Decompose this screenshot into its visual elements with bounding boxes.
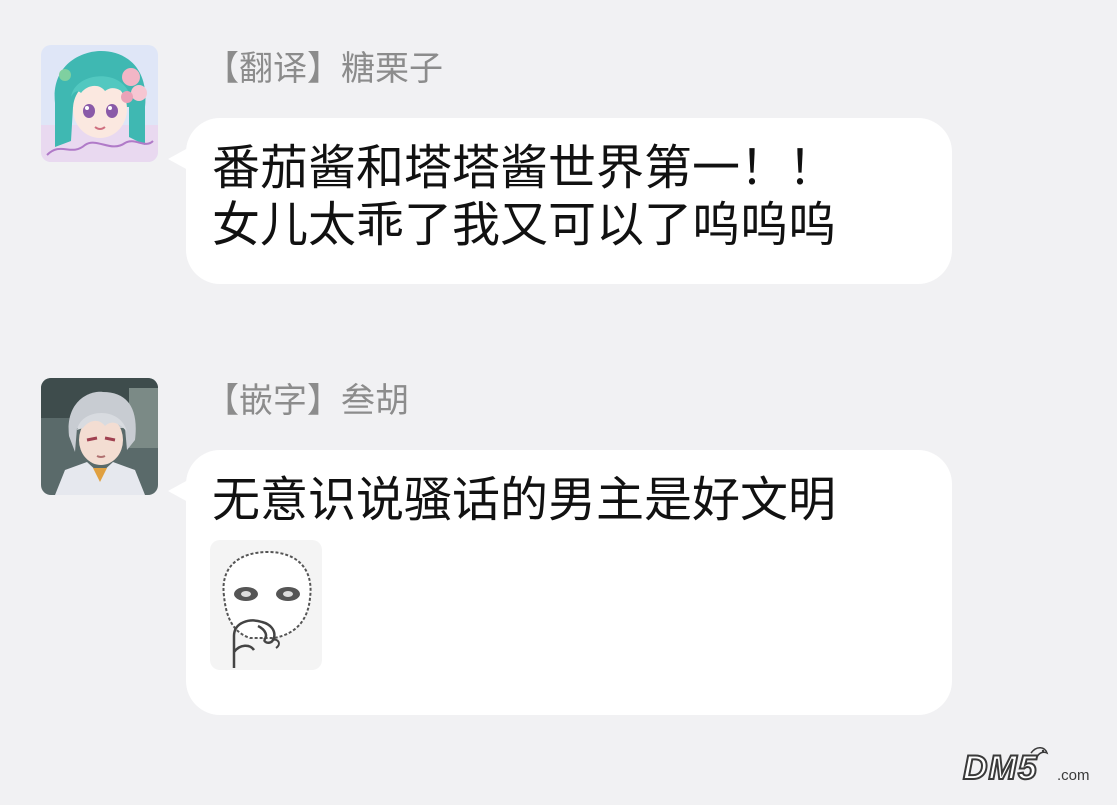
- anime-girl-avatar-icon: [41, 45, 158, 162]
- site-watermark: DM5 .com: [953, 743, 1103, 793]
- sender-name: 【翻译】糖栗子: [205, 49, 443, 89]
- message-bubble[interactable]: 番茄酱和塔塔酱世界第一！！ 女儿太乖了我又可以了呜呜呜: [168, 118, 952, 284]
- message-line: 女儿太乖了我又可以了呜呜呜: [212, 197, 837, 253]
- anime-boy-avatar-icon: [41, 378, 158, 495]
- message-text: 无意识说骚话的男主是好文明: [212, 472, 836, 529]
- sticker[interactable]: [210, 540, 322, 670]
- watermark-suffix: .com: [1057, 767, 1090, 784]
- message-bubble[interactable]: 无意识说骚话的男主是好文明: [168, 450, 952, 715]
- thinking-face-sticker-icon: [210, 540, 322, 670]
- watermark-text: DM5: [962, 748, 1038, 788]
- message-line: 番茄酱和塔塔酱世界第一！！: [212, 140, 837, 196]
- avatar[interactable]: [41, 378, 158, 495]
- message-text: 番茄酱和塔塔酱世界第一！！ 女儿太乖了我又可以了呜呜呜: [212, 140, 836, 254]
- avatar[interactable]: [41, 45, 158, 162]
- message-line: 无意识说骚话的男主是好文明: [212, 472, 837, 528]
- sender-name: 【嵌字】叁胡: [205, 381, 409, 421]
